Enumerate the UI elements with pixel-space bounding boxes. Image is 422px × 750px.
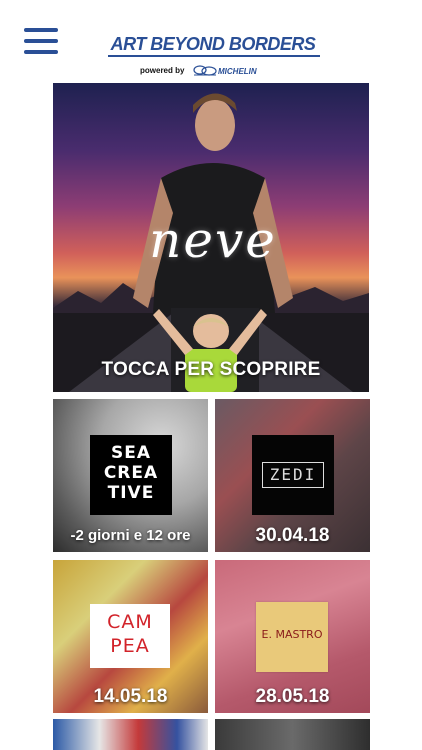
sea-creative-logo: SEA CREA TIVE [90,435,172,515]
sea-creative-logo-text: SEA CREA TIVE [90,443,172,503]
app-logo: ART BEYOND BORDERS powered by MICHELIN [100,30,322,80]
tile-date: 14.05.18 [93,686,168,707]
tile-date: 30.04.18 [255,525,330,546]
logo-title: ART BEYOND BORDERS [110,34,316,54]
sponsor-name: MICHELIN [218,67,257,76]
event-tile-sea-creative[interactable]: SEA CREA TIVE -2 giorni e 12 ore [53,399,208,552]
hero-banner[interactable]: neve TOCCA PER SCOPRIRE [53,83,369,392]
michelin-man-icon [193,65,217,76]
hero-title: neve [149,211,277,269]
sponsor-line: powered by MICHELIN [140,65,280,79]
tile-countdown: -2 giorni e 12 ore [70,527,191,544]
event-tile-partial[interactable] [53,719,208,750]
logo-line: CREA [103,463,159,483]
logo-underline [108,55,320,57]
event-tile-campea[interactable]: CAM PEA 14.05.18 [53,560,208,713]
menu-bar [24,28,58,32]
logo-line: PEA [110,635,150,657]
tile-date: 28.05.18 [255,686,330,707]
powered-by-label: powered by [140,66,185,75]
zedi-logo-frame: ZEDI [262,462,324,488]
zedi-logo-text: ZEDI [269,465,317,484]
logo-line: SEA [110,443,151,463]
campea-logo-text: CAM PEA [90,610,170,658]
logo-line: CAM [107,611,153,633]
e-mastro-logo: E. MASTRO [256,602,328,672]
event-tile-e-mastro[interactable]: E. MASTRO 28.05.18 [215,560,370,713]
menu-bar [24,50,58,54]
e-mastro-logo-text: E. MASTRO [261,628,323,641]
event-tile-zedi[interactable]: ZEDI 30.04.18 [215,399,370,552]
event-tile-partial[interactable] [215,719,370,750]
campea-logo: CAM PEA [90,604,170,668]
zedi-logo: ZEDI [252,435,334,515]
hamburger-menu-icon[interactable] [24,28,58,54]
app-header: ART BEYOND BORDERS powered by MICHELIN [0,0,422,82]
logo-line: TIVE [107,483,155,503]
menu-bar [24,39,58,43]
hero-cta-text: TOCCA PER SCOPRIRE [101,359,321,380]
